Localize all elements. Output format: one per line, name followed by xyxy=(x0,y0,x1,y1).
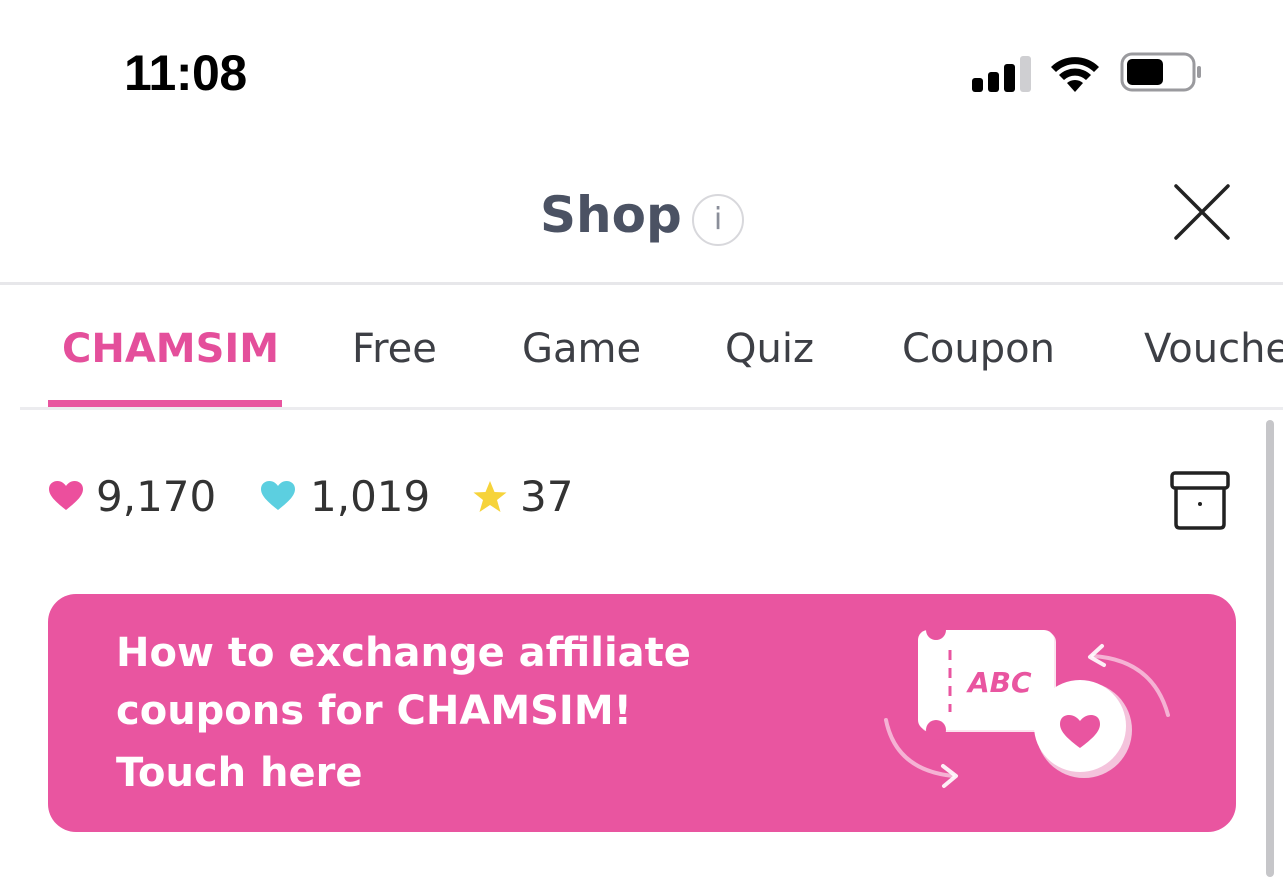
coupon-exchange-illustration: ABC xyxy=(884,620,1170,788)
tab-quiz[interactable]: Quiz xyxy=(725,326,814,372)
star-count: 37 xyxy=(520,472,574,521)
blue-heart-count: 1,019 xyxy=(310,472,431,521)
banner-line-1: How to exchange affiliate xyxy=(116,630,691,676)
signal-icon xyxy=(970,52,1034,96)
tabs-divider xyxy=(20,407,1283,410)
header-divider xyxy=(0,282,1283,285)
scrollbar[interactable] xyxy=(1266,420,1274,877)
status-icons xyxy=(970,52,1210,96)
tab-game[interactable]: Game xyxy=(522,326,641,372)
shop-screen: 11:08 Shop i CHAMSIM Free Game Quiz Coup xyxy=(0,0,1283,877)
tab-chamsim[interactable]: CHAMSIM xyxy=(62,326,279,372)
star-icon xyxy=(473,481,507,512)
battery-icon xyxy=(1120,52,1201,92)
pink-heart-icon xyxy=(49,481,83,510)
tab-bar: CHAMSIM Free Game Quiz Coupon Vouche xyxy=(0,290,1283,410)
ticket-text: ABC xyxy=(966,666,1032,699)
coupon-exchange-banner[interactable]: How to exchange affiliate coupons for CH… xyxy=(48,594,1236,832)
pink-heart-count: 9,170 xyxy=(96,472,217,521)
tab-coupon[interactable]: Coupon xyxy=(902,326,1055,372)
status-time: 11:08 xyxy=(124,45,247,101)
tab-voucher[interactable]: Vouche xyxy=(1144,326,1283,372)
blue-heart-icon xyxy=(261,481,295,510)
tab-free[interactable]: Free xyxy=(352,326,437,372)
banner-line-2: coupons for CHAMSIM! xyxy=(116,688,632,734)
close-icon[interactable] xyxy=(1168,180,1234,246)
info-icon[interactable]: i xyxy=(692,194,744,246)
wifi-icon xyxy=(1051,57,1099,92)
archive-box-icon[interactable] xyxy=(1168,470,1232,532)
page-title: Shop xyxy=(540,186,682,244)
banner-line-3: Touch here xyxy=(116,750,363,796)
